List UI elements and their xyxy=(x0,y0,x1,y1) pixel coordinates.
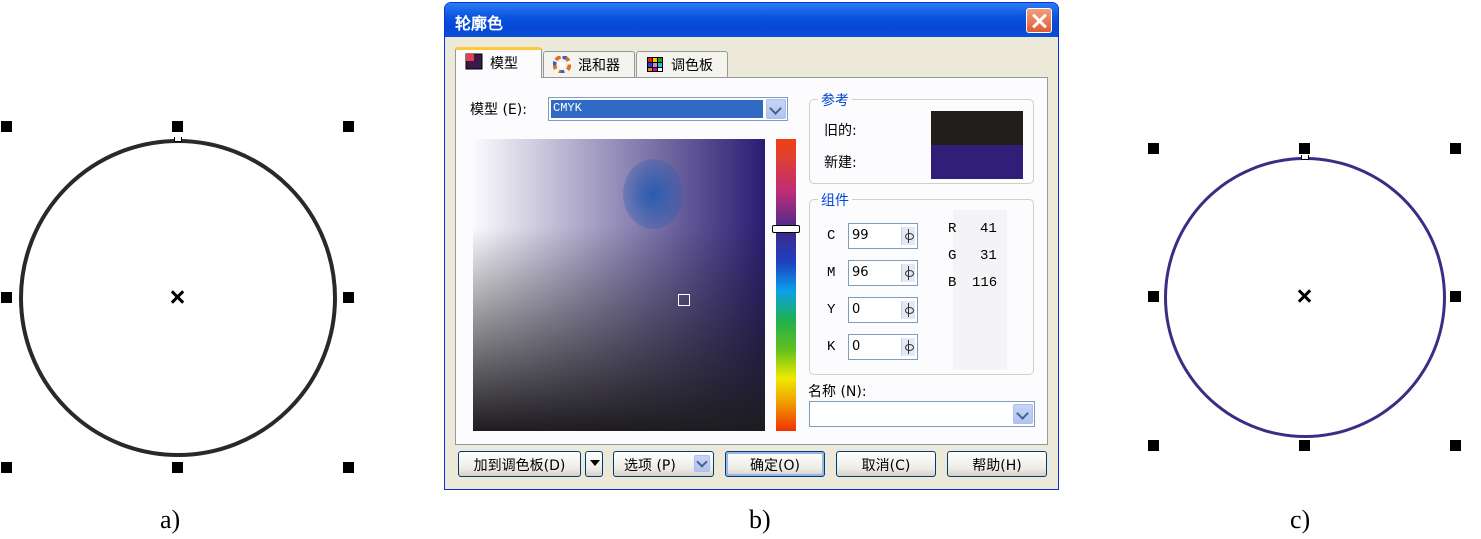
spinner-icon[interactable] xyxy=(901,227,915,245)
add-to-palette-dropdown[interactable] xyxy=(585,451,603,477)
tab-mixer-label: 混和器 xyxy=(578,58,620,74)
components-title: 组件 xyxy=(818,190,852,210)
selection-handle[interactable] xyxy=(343,121,354,132)
node-marker xyxy=(1301,155,1309,160)
cmyk-input-m[interactable]: 96 xyxy=(848,260,918,286)
name-select[interactable] xyxy=(809,401,1035,427)
selection-handle[interactable] xyxy=(172,462,183,473)
cmyk-label-m: M xyxy=(827,265,836,281)
new-color-swatch xyxy=(931,145,1023,179)
rgb-label-r: R xyxy=(948,221,957,237)
chevron-down-icon[interactable] xyxy=(766,99,786,119)
model-label: 模型 (E): xyxy=(470,102,527,118)
selection-handle[interactable] xyxy=(1450,143,1461,154)
rgb-label-g: G xyxy=(948,248,957,264)
reference-title: 参考 xyxy=(818,90,852,110)
color-picker-marker[interactable] xyxy=(678,294,690,306)
cancel-button[interactable]: 取消(C) xyxy=(836,451,936,477)
hue-slider-handle[interactable] xyxy=(772,225,800,233)
model-icon xyxy=(465,53,483,70)
tab-palette-label: 调色板 xyxy=(671,58,713,74)
selection-handle[interactable] xyxy=(1148,440,1159,451)
rgb-value-b: 116 xyxy=(972,275,998,291)
ok-button[interactable]: 确定(O) xyxy=(725,451,825,477)
tab-palette[interactable]: 调色板 xyxy=(636,51,728,77)
cmyk-input-y[interactable]: 0 xyxy=(848,297,918,323)
selection-handle[interactable] xyxy=(1299,143,1310,154)
selection-handle[interactable] xyxy=(1,462,12,473)
selection-handle[interactable] xyxy=(343,292,354,303)
cmyk-value-m: 96 xyxy=(852,265,869,280)
cmyk-value-c: 99 xyxy=(852,228,869,243)
model-select[interactable]: CMYK xyxy=(548,97,788,121)
spinner-icon[interactable] xyxy=(901,301,915,319)
options-button-label: 选项 (P) xyxy=(624,458,676,474)
cmyk-input-c[interactable]: 99 xyxy=(848,223,918,249)
tab-model-label: 模型 xyxy=(490,56,518,72)
model-tab-page: 模型 (E): CMYK 参考 旧的: 新建: 组件 C 99 M 96 Y 0… xyxy=(455,77,1048,445)
node-marker xyxy=(174,137,182,142)
dialog-title: 轮廓色 xyxy=(455,14,504,33)
rgb-value-r: 41 xyxy=(980,221,997,237)
color-field-shade xyxy=(623,159,683,229)
cmyk-label-k: K xyxy=(827,339,836,355)
cmyk-input-k[interactable]: 0 xyxy=(848,334,918,360)
mixer-icon xyxy=(553,56,571,73)
selection-handle[interactable] xyxy=(1148,291,1159,302)
tab-model[interactable]: 模型 xyxy=(455,47,542,78)
cmyk-label-y: Y xyxy=(827,302,836,318)
close-icon[interactable] xyxy=(1026,8,1052,33)
help-button[interactable]: 帮助(H) xyxy=(947,451,1047,477)
chevron-down-icon[interactable] xyxy=(1013,404,1033,424)
selection-handle[interactable] xyxy=(172,121,183,132)
spinner-icon[interactable] xyxy=(901,264,915,282)
selection-handle[interactable] xyxy=(1,292,12,303)
new-color-label: 新建: xyxy=(824,155,857,171)
title-bar[interactable]: 轮廓色 xyxy=(445,3,1058,37)
selection-handle[interactable] xyxy=(1148,143,1159,154)
rgb-label-b: B xyxy=(948,275,957,291)
chevron-down-icon[interactable] xyxy=(694,455,710,472)
palette-icon xyxy=(647,57,663,72)
rgb-value-g: 31 xyxy=(980,248,997,264)
panel-label-a: a) xyxy=(160,505,181,534)
name-label: 名称 (N): xyxy=(808,384,867,400)
center-x-icon xyxy=(170,290,184,304)
hue-slider-track[interactable] xyxy=(776,139,796,431)
components-group: 组件 C 99 M 96 Y 0 K 0 R 41 G 31 B 116 xyxy=(809,190,1034,375)
outline-color-dialog: 轮廓色 模型 混和器 调色板 模型 (E): CMYK 参考 旧的: 新建: 组… xyxy=(444,2,1059,490)
cmyk-label-c: C xyxy=(827,228,836,244)
selection-handle[interactable] xyxy=(1450,440,1461,451)
old-color-label: 旧的: xyxy=(824,123,857,139)
selection-handle[interactable] xyxy=(1299,440,1310,451)
spinner-icon[interactable] xyxy=(901,338,915,356)
selection-handle[interactable] xyxy=(1450,291,1461,302)
cmyk-value-y: 0 xyxy=(852,302,861,317)
panel-label-c: c) xyxy=(1290,505,1311,534)
reference-group: 参考 旧的: 新建: xyxy=(809,90,1034,184)
selection-handle[interactable] xyxy=(343,462,354,473)
options-button[interactable]: 选项 (P) xyxy=(613,451,714,477)
selection-handle[interactable] xyxy=(1,121,12,132)
center-x-icon xyxy=(1297,289,1311,303)
add-to-palette-button[interactable]: 加到调色板(D) xyxy=(458,451,581,477)
cmyk-value-k: 0 xyxy=(852,339,861,354)
panel-label-b: b) xyxy=(749,505,771,534)
color-field[interactable] xyxy=(473,139,765,431)
model-select-value: CMYK xyxy=(551,100,763,118)
old-color-swatch xyxy=(931,111,1023,145)
tab-mixer[interactable]: 混和器 xyxy=(543,51,635,77)
